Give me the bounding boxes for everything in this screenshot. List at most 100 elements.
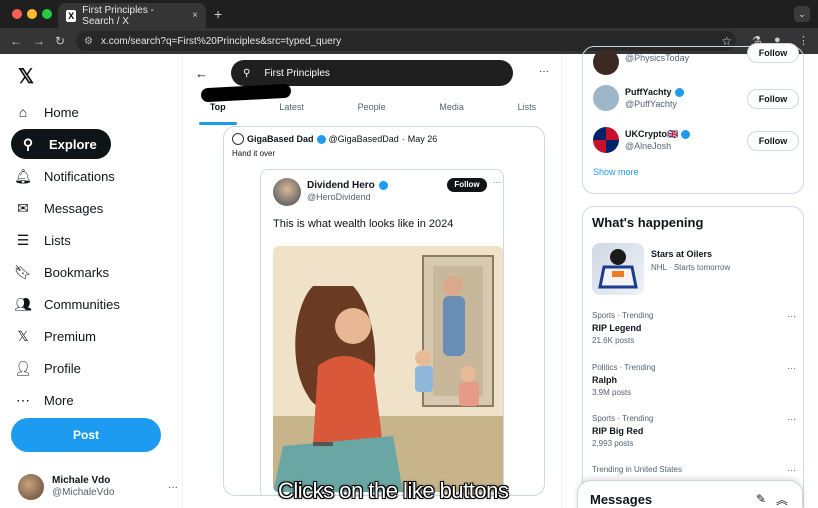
trend-item[interactable]: Trending in United States ··· xyxy=(592,465,796,477)
nav-item-label: Notifications xyxy=(44,168,115,184)
nav-item-profile[interactable]: 👤︎ Profile xyxy=(14,354,81,382)
embed-author-row: Dividend Hero xyxy=(307,180,388,191)
follow-button[interactable]: Follow xyxy=(747,43,799,63)
nav-item-more[interactable]: ⋯ More xyxy=(14,386,74,414)
bookmark-icon: 🔖︎ xyxy=(14,263,32,280)
back-icon[interactable]: ← xyxy=(10,34,22,48)
more-circle-icon: ⋯ xyxy=(16,391,30,408)
new-message-icon[interactable]: ✎ xyxy=(756,492,766,506)
more-icon[interactable]: ··· xyxy=(168,482,178,493)
suggestion-handle: @AlneJosh xyxy=(625,141,672,151)
tweet-text: Hand it over xyxy=(232,149,276,158)
post-illustration[interactable] xyxy=(273,246,503,492)
event-name[interactable]: Stars at Oilers xyxy=(651,249,712,259)
suggestion-name: UKCrypto🇬🇧 xyxy=(625,129,679,139)
tab-people[interactable]: People xyxy=(358,98,386,122)
x-logo-icon[interactable]: 𝕏 xyxy=(18,64,34,89)
embed-author[interactable]: Dividend Hero xyxy=(307,180,375,191)
tweet[interactable]: GigaBased Dad @GigaBasedDad · May 26 Han… xyxy=(223,126,545,496)
avatar xyxy=(593,85,619,111)
tweet-avatar[interactable] xyxy=(232,133,244,145)
new-tab-icon[interactable]: + xyxy=(214,6,222,22)
event-image[interactable] xyxy=(592,243,644,295)
tweet-handle[interactable]: @GigaBasedDad xyxy=(329,134,399,144)
follow-button[interactable]: Follow xyxy=(447,178,487,192)
trend-item[interactable]: Politics · Trending Ralph 3.9M posts ··· xyxy=(592,363,796,397)
messages-drawer[interactable]: Messages ✎ ︽ xyxy=(577,480,803,508)
tab-media[interactable]: Media xyxy=(439,98,464,122)
person-icon: 👤︎ xyxy=(14,359,32,376)
nav-item-label: Explore xyxy=(49,136,97,152)
tab-close-icon[interactable]: × xyxy=(192,10,198,21)
url-text: x.com/search?q=First%20Principles&src=ty… xyxy=(100,35,342,47)
nav-item-premium[interactable]: 𝕏 Premium xyxy=(14,322,96,350)
list-icon: ☰ xyxy=(16,231,30,248)
follow-button[interactable]: Follow xyxy=(747,89,799,109)
trend-item[interactable]: Sports · Trending RIP Legend 21.6K posts ··… xyxy=(592,311,796,345)
envelope-icon: ✉ xyxy=(17,199,29,216)
forward-icon[interactable]: → xyxy=(33,34,45,48)
embed-text: This is what wealth looks like in 2024 xyxy=(273,218,454,230)
browser-tab[interactable]: X First Principles - Search / X × xyxy=(58,3,206,28)
nav-item-label: Premium xyxy=(44,328,97,344)
tab-search-icon[interactable]: ⌄ xyxy=(794,6,810,22)
window-minimize-dot[interactable] xyxy=(27,9,37,19)
nav-item-label: More xyxy=(44,392,74,408)
nav-item-label: Profile xyxy=(44,360,81,376)
nav-item-label: Messages xyxy=(44,200,104,216)
more-icon[interactable]: ··· xyxy=(787,414,796,424)
nav-item-bookmarks[interactable]: 🔖︎ Bookmarks xyxy=(14,258,109,286)
x-favicon-icon: X xyxy=(66,9,77,22)
account-switcher[interactable]: Michale Vdo @MichaleVdo ··· xyxy=(18,472,178,502)
bell-icon: 🔔︎ xyxy=(14,167,32,184)
verified-badge-icon xyxy=(378,181,388,190)
more-icon[interactable]: ··· xyxy=(787,311,796,321)
nav-item-communities[interactable]: 👥︎ Communities xyxy=(14,290,120,318)
nav-item-home[interactable]: ⌂ Home xyxy=(14,98,79,126)
search-options-icon[interactable]: ··· xyxy=(539,66,549,77)
account-name: Michale Vdo xyxy=(52,475,111,486)
who-to-follow-panel: @PhysicsToday Follow PuffYachty @PuffYac… xyxy=(582,43,804,194)
follow-suggestion[interactable]: @PhysicsToday Follow xyxy=(593,43,799,79)
follow-suggestion[interactable]: PuffYachty @PuffYachty Follow xyxy=(593,85,799,115)
more-icon[interactable]: ··· xyxy=(787,465,796,475)
tab-top[interactable]: Top xyxy=(210,98,226,122)
nav-item-messages[interactable]: ✉ Messages xyxy=(14,194,103,222)
nav-item-notifications[interactable]: 🔔︎ Notifications xyxy=(14,162,115,190)
search-input[interactable]: ⚲ First Principles xyxy=(231,60,513,86)
selected-tab-indicator xyxy=(199,122,237,125)
reload-icon[interactable]: ↻ xyxy=(55,34,65,48)
more-icon[interactable]: ··· xyxy=(787,363,796,373)
follow-button[interactable]: Follow xyxy=(747,131,799,151)
suggestion-handle: @PuffYachty xyxy=(625,99,677,109)
tweet-date[interactable]: May 26 xyxy=(408,134,438,144)
suggestion-handle: @PhysicsToday xyxy=(625,53,690,63)
window-zoom-dot[interactable] xyxy=(42,9,52,19)
post-button[interactable]: Post xyxy=(11,418,161,452)
trend-name: RIP Legend xyxy=(592,323,642,333)
chrome-menu-icon[interactable]: ⋮ xyxy=(798,34,809,47)
avatar xyxy=(593,49,619,75)
trend-count: 2,993 posts xyxy=(592,439,634,448)
back-arrow-icon[interactable]: ← xyxy=(195,66,208,81)
site-info-icon[interactable]: ⚙ xyxy=(84,36,93,47)
embed-avatar[interactable] xyxy=(273,178,301,206)
tweet-author[interactable]: GigaBased Dad xyxy=(247,134,314,144)
verified-badge-icon xyxy=(316,134,326,144)
embedded-post[interactable]: Dividend Hero @HeroDividend Follow ··· T… xyxy=(260,169,504,495)
search-tabs: Top Latest People Media Lists xyxy=(183,98,563,122)
follow-suggestion[interactable]: UKCrypto🇬🇧 @AlneJosh Follow xyxy=(593,127,799,157)
window-close-dot[interactable] xyxy=(12,9,22,19)
more-icon[interactable]: ··· xyxy=(493,178,501,187)
embed-handle[interactable]: @HeroDividend xyxy=(307,192,371,202)
search-icon: ⚲ xyxy=(22,135,34,152)
show-more-link[interactable]: Show more xyxy=(593,167,639,177)
expand-chevron-icon[interactable]: ︽ xyxy=(776,491,788,508)
trend-item[interactable]: Sports · Trending RIP Big Red 2,993 posts ·… xyxy=(592,414,796,448)
tab-latest[interactable]: Latest xyxy=(279,98,304,122)
nav-item-explore[interactable]: ⚲ Explore xyxy=(11,129,111,159)
verified-badge-icon xyxy=(681,130,691,139)
nav-item-lists[interactable]: ☰ Lists xyxy=(14,226,71,254)
trend-context: Trending in United States xyxy=(592,465,682,474)
tab-lists[interactable]: Lists xyxy=(518,98,537,122)
